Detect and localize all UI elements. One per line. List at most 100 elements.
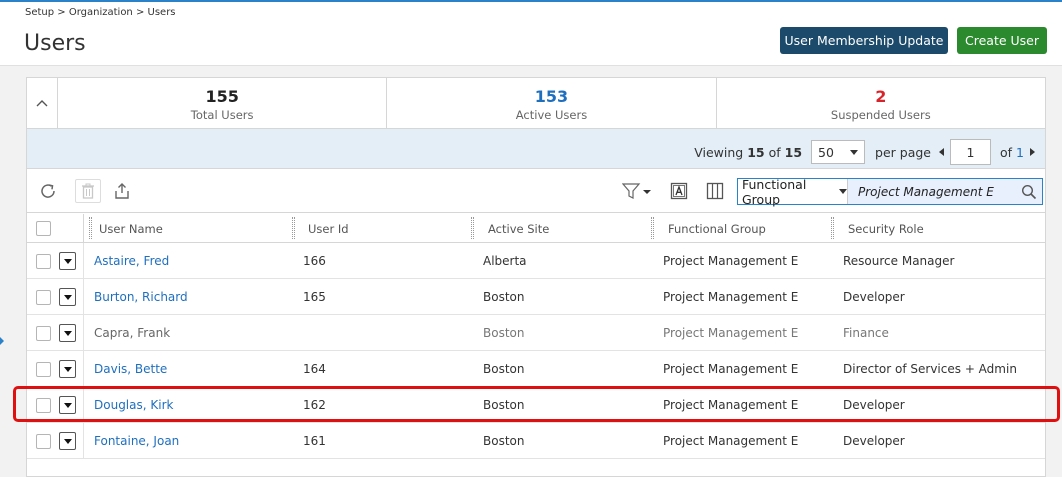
table-row[interactable]: Capra, Frank Boston Project Management E… [27, 315, 1045, 351]
column-divider [83, 315, 84, 350]
row-menu-button[interactable] [59, 360, 76, 378]
column-resize-handle[interactable] [651, 217, 654, 239]
grid-header: User Name User Id Active Site Functional… [27, 214, 1045, 243]
row-menu-button[interactable] [59, 324, 76, 342]
security-role-cell: Resource Manager [843, 254, 955, 268]
pager: Viewing 15 of 15 50 per page 1 of 1 [694, 139, 1035, 165]
chevron-down-icon [850, 149, 859, 155]
functional-group-cell: Project Management E [663, 434, 799, 448]
security-role-cell: Finance [843, 326, 889, 340]
create-user-button[interactable]: Create User [957, 27, 1047, 54]
users-panel: 155 Total Users 153 Active Users 2 Suspe… [26, 77, 1046, 477]
viewing-of-label: of [768, 144, 781, 160]
row-checkbox[interactable] [36, 362, 51, 377]
prev-page-icon[interactable] [939, 148, 944, 156]
per-page-select[interactable]: 50 [811, 140, 866, 164]
row-checkbox[interactable] [36, 398, 51, 413]
security-role-cell: Director of Services + Admin [843, 362, 1017, 376]
column-divider [83, 279, 84, 314]
stat-total-users[interactable]: 155 Total Users [58, 78, 388, 128]
per-page-label: per page [875, 144, 931, 160]
row-menu-button[interactable] [59, 288, 76, 306]
font-icon[interactable] [668, 180, 690, 202]
security-role-cell: Developer [843, 290, 905, 304]
viewing-label: Viewing [694, 144, 744, 160]
column-resize-handle[interactable] [292, 217, 295, 239]
table-row[interactable]: Burton, Richard 165 Boston Project Manag… [27, 279, 1045, 315]
chevron-down-icon [63, 402, 72, 408]
row-checkbox[interactable] [36, 326, 51, 341]
stat-active-label: Active Users [515, 108, 588, 122]
stat-suspended-users[interactable]: 2 Suspended Users [717, 78, 1045, 128]
chevron-down-icon [839, 189, 847, 194]
column-resize-handle[interactable] [89, 217, 92, 239]
active-site-cell: Boston [483, 398, 525, 412]
row-checkbox[interactable] [36, 254, 51, 269]
stat-suspended-value: 2 [875, 87, 887, 106]
stat-active-value: 153 [534, 87, 569, 106]
active-site-cell: Alberta [483, 254, 527, 268]
column-header-functional-group[interactable]: Functional Group [668, 214, 766, 243]
row-menu-button[interactable] [59, 252, 76, 270]
viewing-total: 15 [784, 144, 803, 160]
row-checkbox[interactable] [36, 434, 51, 449]
user-name-link[interactable]: Fontaine, Joan [94, 423, 179, 459]
grid-toolbar: Functional Group Project Management E [27, 170, 1045, 213]
functional-group-cell: Project Management E [663, 362, 799, 376]
column-divider [83, 423, 84, 458]
filter-icon[interactable] [621, 180, 653, 202]
side-panel-toggle-icon[interactable] [0, 337, 4, 345]
column-resize-handle[interactable] [831, 217, 834, 239]
pages-total: 1 [1016, 144, 1024, 160]
export-icon[interactable] [111, 180, 133, 202]
chevron-up-icon [36, 100, 48, 107]
select-all-checkbox[interactable] [36, 221, 51, 236]
table-row[interactable]: Fontaine, Joan 161 Boston Project Manage… [27, 423, 1045, 459]
breadcrumb[interactable]: Setup > Organization > Users [25, 7, 176, 18]
search-icon[interactable] [1016, 179, 1042, 204]
user-name-link[interactable]: Douglas, Kirk [94, 387, 173, 423]
table-row[interactable]: Douglas, Kirk 162 Boston Project Managem… [27, 387, 1045, 423]
per-page-value: 50 [818, 144, 834, 160]
user-name-link[interactable]: Davis, Bette [94, 351, 167, 387]
stats-bar: 155 Total Users 153 Active Users 2 Suspe… [27, 78, 1045, 129]
security-role-cell: Developer [843, 434, 905, 448]
page-number-input[interactable]: 1 [950, 139, 991, 165]
row-menu-button[interactable] [59, 432, 76, 450]
user-id-cell: 162 [303, 398, 326, 412]
search-field-select[interactable]: Functional Group [738, 177, 848, 207]
columns-icon[interactable] [704, 180, 726, 202]
user-id-cell: 166 [303, 254, 326, 268]
chevron-down-icon [63, 366, 72, 372]
column-divider [83, 243, 84, 278]
grid-search: Functional Group Project Management E [737, 177, 1043, 207]
column-header-user-name[interactable]: User Name [99, 214, 163, 243]
row-checkbox[interactable] [36, 290, 51, 305]
user-id-cell: 161 [303, 434, 326, 448]
page-header: Setup > Organization > Users Users User … [0, 0, 1062, 66]
user-name-link[interactable]: Capra, Frank [94, 315, 170, 351]
user-name-link[interactable]: Astaire, Fred [94, 243, 169, 279]
user-name-link[interactable]: Burton, Richard [94, 279, 188, 315]
users-grid: User Name User Id Active Site Functional… [27, 214, 1045, 459]
user-id-cell: 164 [303, 362, 326, 376]
column-resize-handle[interactable] [471, 217, 474, 239]
active-site-cell: Boston [483, 290, 525, 304]
stat-total-value: 155 [205, 87, 239, 106]
user-membership-update-button[interactable]: User Membership Update [780, 27, 948, 54]
column-divider [83, 387, 84, 422]
column-header-security-role[interactable]: Security Role [848, 214, 924, 243]
table-row[interactable]: Astaire, Fred 166 Alberta Project Manage… [27, 243, 1045, 279]
refresh-icon[interactable] [37, 180, 59, 202]
column-header-user-id[interactable]: User Id [308, 214, 349, 243]
stat-suspended-label: Suspended Users [830, 108, 931, 122]
column-header-active-site[interactable]: Active Site [488, 214, 549, 243]
search-input[interactable]: Project Management E [848, 179, 1016, 204]
pager-bar: Viewing 15 of 15 50 per page 1 of 1 [27, 129, 1045, 169]
row-menu-button[interactable] [59, 396, 76, 414]
stat-active-users[interactable]: 153 Active Users [387, 78, 717, 128]
collapse-button[interactable] [27, 78, 58, 128]
next-page-icon[interactable] [1030, 148, 1035, 156]
delete-icon[interactable] [75, 179, 101, 203]
table-row[interactable]: Davis, Bette 164 Boston Project Manageme… [27, 351, 1045, 387]
